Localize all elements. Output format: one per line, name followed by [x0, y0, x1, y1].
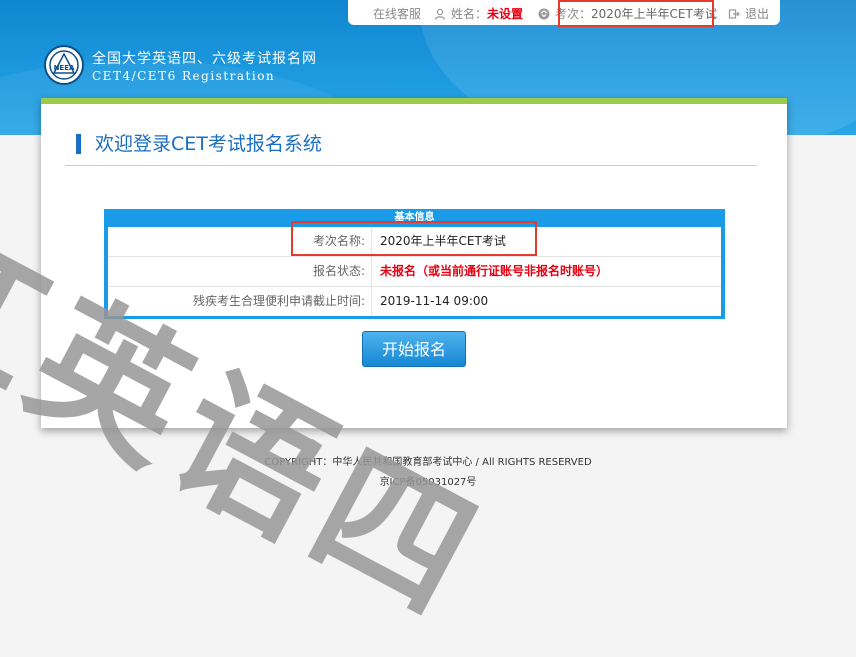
deadline-label: 残疾考生合理便利申请截止时间:	[108, 287, 372, 316]
neea-logo-icon: NEEA	[44, 45, 84, 85]
table-row: 报名状态: 未报名（或当前通行证账号非报名时账号）	[108, 257, 721, 287]
name-value: 未设置	[487, 7, 524, 21]
user-name-info: 姓名： 未设置	[434, 5, 523, 22]
site-logo[interactable]: NEEA 全国大学英语四、六级考试报名网 CET4/CET6 Registrat…	[44, 45, 317, 85]
logout-label: 退出	[745, 7, 770, 21]
annotation-box-exam	[558, 0, 714, 27]
logout-icon	[728, 8, 740, 19]
title-divider	[65, 165, 757, 166]
logo-title-cn: 全国大学英语四、六级考试报名网	[92, 50, 317, 67]
exam-icon	[538, 8, 550, 19]
footer-copyright: COPYRIGHT：中华人民共和国教育部考试中心 / All RIGHTS RE…	[264, 457, 592, 468]
main-card: 欢迎登录CET考试报名系统 基本信息 考次名称: 2020年上半年CET考试 报…	[41, 98, 787, 428]
start-registration-button[interactable]: 开始报名	[362, 331, 466, 367]
page-title: 欢迎登录CET考试报名系统	[76, 134, 322, 154]
online-service-label: 在线客服	[373, 7, 422, 21]
user-icon	[434, 8, 446, 20]
deadline-value: 2019-11-14 09:00	[380, 294, 489, 308]
footer-icp[interactable]: 京ICP备05031027号	[0, 473, 856, 488]
annotation-box-exam-name	[291, 221, 537, 256]
svg-text:NEEA: NEEA	[54, 64, 75, 72]
logout-link[interactable]: 退出	[728, 5, 769, 22]
registration-status-label: 报名状态:	[108, 257, 372, 286]
logo-title-en: CET4/CET6 Registration	[92, 68, 276, 83]
name-label: 姓名：	[451, 7, 488, 21]
online-service-link[interactable]: 在线客服	[373, 5, 421, 22]
registration-status-value: 未报名（或当前通行证账号非报名时账号）	[380, 264, 609, 278]
table-row: 残疾考生合理便利申请截止时间: 2019-11-14 09:00	[108, 287, 721, 316]
